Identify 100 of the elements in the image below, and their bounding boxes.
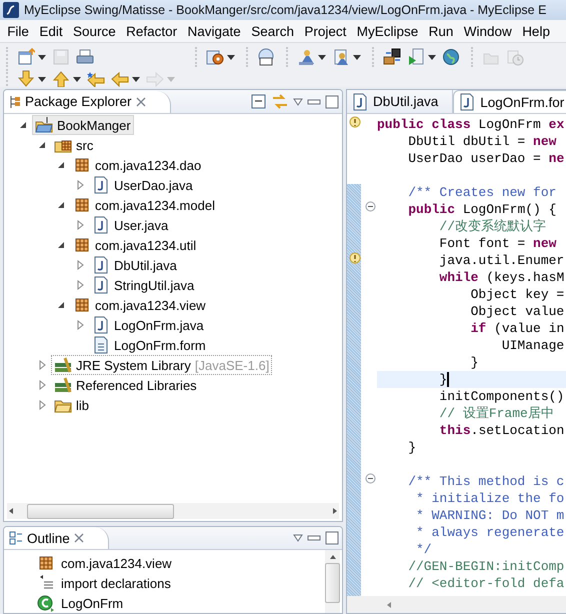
code-line: * always regenerate: [415, 524, 564, 541]
scroll-right-icon[interactable]: [331, 507, 339, 515]
collapsed-arrow[interactable]: [38, 400, 46, 410]
collapse-icon[interactable]: [365, 473, 376, 484]
collapsed-arrow[interactable]: [38, 380, 46, 390]
collapse-icon[interactable]: [365, 201, 376, 212]
toolbar-button[interactable]: [296, 47, 327, 67]
maximize-icon[interactable]: [325, 94, 339, 108]
server-icon: [383, 48, 401, 66]
expanded-arrow[interactable]: [57, 301, 65, 309]
scroll-left-icon[interactable]: [7, 507, 15, 515]
code-line: while (keys.hasM: [438, 269, 564, 286]
item-label: com.java1234.util: [95, 238, 196, 252]
tree-item[interactable]: com.java1234.util: [70, 235, 200, 255]
tree-item[interactable]: LogOnFrm.java: [89, 315, 207, 335]
collapsed-arrow[interactable]: [76, 180, 84, 190]
scroll-up-icon[interactable]: [328, 554, 336, 560]
menu-item[interactable]: Navigate: [182, 22, 246, 40]
menu-item[interactable]: Search: [246, 22, 300, 40]
horizontal-scrollbar[interactable]: [7, 503, 339, 519]
expanded-arrow[interactable]: [57, 161, 65, 169]
code-line: * WARNING: Do NOT m: [415, 507, 564, 524]
code-line: java.util.Enumer: [438, 252, 564, 269]
gear-icon: [206, 48, 224, 66]
outline-item[interactable]: LogOnFrm: [4, 593, 325, 613]
toolbar-button[interactable]: [16, 47, 47, 67]
code-line: /** This method is c: [407, 473, 564, 490]
toolbar-button[interactable]: [16, 69, 47, 87]
person-icon: [297, 48, 315, 66]
java-file-icon: [351, 92, 369, 110]
tree-item[interactable]: lib: [51, 395, 92, 415]
item-label: BookManger: [57, 118, 131, 132]
code-line: //GEN-BEGIN:initComp: [407, 558, 564, 575]
menu-item[interactable]: Refactor: [120, 22, 182, 40]
collapsed-arrow[interactable]: [76, 220, 84, 230]
expanded-arrow[interactable]: [38, 141, 46, 149]
scrollbar-thumb[interactable]: [325, 563, 340, 603]
toolbar-button[interactable]: [441, 47, 461, 67]
outline-item[interactable]: import declarations: [4, 573, 325, 593]
view-menu-icon[interactable]: [293, 534, 303, 542]
tree-item[interactable]: com.java1234.dao: [70, 155, 204, 175]
tree-item[interactable]: LogOnFrm.form: [89, 335, 209, 355]
menu-item[interactable]: File: [2, 22, 34, 40]
horizontal-scrollbar[interactable]: [347, 596, 566, 613]
minimize-icon[interactable]: [307, 534, 321, 542]
item-label: LogOnFrm.form: [114, 338, 206, 352]
view-tab[interactable]: Outline: [4, 527, 109, 549]
menu-item[interactable]: Help: [517, 22, 556, 40]
tree-item[interactable]: com.java1234.view: [70, 295, 209, 315]
maximize-icon[interactable]: [325, 531, 339, 545]
collapsed-arrow[interactable]: [76, 260, 84, 270]
close-icon[interactable]: [136, 96, 146, 106]
view-menu-icon[interactable]: [293, 98, 303, 106]
code-line: Object key =: [470, 286, 564, 303]
clock-icon: [506, 48, 524, 66]
item-label: lib: [76, 398, 90, 412]
app-icon: [2, 1, 20, 19]
item-decoration: [JavaSE-1.6]: [194, 358, 270, 372]
floppy-icon: [52, 48, 70, 66]
package-explorer-icon: [9, 94, 21, 108]
collapse-all-icon[interactable]: [251, 94, 267, 110]
expanded-arrow[interactable]: [57, 241, 65, 249]
collapsed-arrow[interactable]: [38, 360, 46, 370]
toolbar-button[interactable]: [51, 69, 82, 87]
collapsed-arrow[interactable]: [76, 280, 84, 290]
menu-item[interactable]: Window: [458, 22, 517, 40]
code-line: */: [415, 541, 432, 558]
scrollbar-thumb[interactable]: [27, 504, 174, 518]
outline-item[interactable]: com.java1234.view: [4, 553, 325, 573]
printer-icon: [76, 48, 94, 66]
tree-item[interactable]: DbUtil.java: [89, 255, 180, 275]
expanded-arrow[interactable]: [19, 121, 27, 129]
toolbar-button[interactable]: [382, 47, 402, 67]
menu-item[interactable]: Source: [68, 22, 121, 40]
editor-tab[interactable]: DbUtil.java: [347, 90, 454, 113]
tree-item[interactable]: com.java1234.model: [70, 195, 218, 215]
tree-item[interactable]: User.java: [89, 215, 172, 235]
tree-item[interactable]: src: [51, 135, 96, 155]
toolbar-button[interactable]: [110, 69, 141, 87]
minimize-icon[interactable]: [307, 98, 321, 106]
expanded-arrow[interactable]: [57, 201, 65, 209]
menu-item[interactable]: Edit: [34, 22, 68, 40]
tree-item[interactable]: StringUtil.java: [89, 275, 198, 295]
menu-item[interactable]: Run: [423, 22, 459, 40]
tree-item[interactable]: JRE System Library [JavaSE-1.6]: [51, 355, 272, 375]
item-label: LogOnFrm.java: [114, 318, 204, 332]
close-icon[interactable]: [74, 533, 84, 543]
menu-item[interactable]: Project: [299, 22, 352, 40]
vertical-scrollbar[interactable]: [325, 550, 340, 613]
code-line: initComponents(): [438, 388, 564, 405]
code-line: // <editor-fold defa: [407, 575, 564, 592]
scroll-left-icon[interactable]: [385, 600, 393, 608]
tree-item[interactable]: UserDao.java: [89, 175, 196, 195]
editor-tab[interactable]: LogOnFrm.for: [453, 90, 566, 113]
collapsed-arrow[interactable]: [76, 320, 84, 330]
menu-item[interactable]: MyEclipse: [352, 22, 424, 40]
tree-item[interactable]: Referenced Libraries: [51, 375, 200, 395]
toolbar-button[interactable]: [406, 47, 437, 67]
tree-item[interactable]: BookManger: [32, 115, 134, 135]
view-tab[interactable]: Package Explorer: [4, 90, 171, 112]
